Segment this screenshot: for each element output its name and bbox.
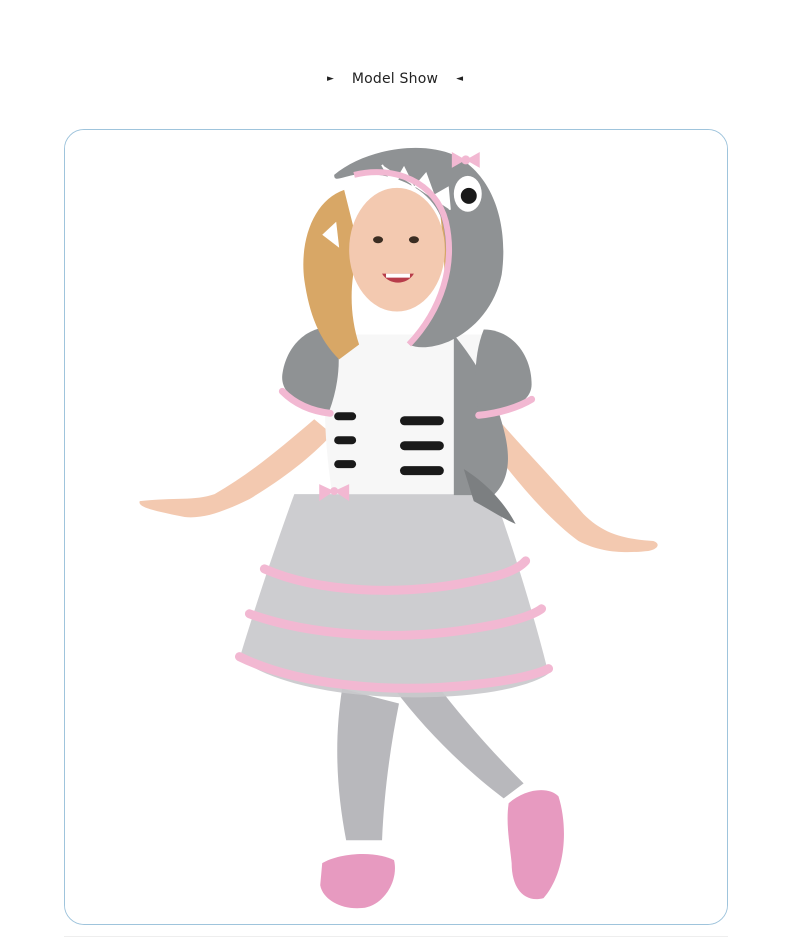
bottom-divider — [64, 936, 728, 937]
section-header: ► Model Show ◄ — [0, 66, 790, 92]
section-title: Model Show — [351, 71, 439, 87]
face — [349, 187, 445, 312]
model-photo-frame — [64, 129, 728, 925]
tulle-skirt — [234, 494, 554, 698]
triangle-right-icon: ► — [326, 73, 334, 84]
product-detail-page: ► Model Show ◄ — [0, 0, 790, 941]
model-photo — [65, 130, 727, 924]
triangle-left-icon: ◄ — [456, 73, 464, 84]
